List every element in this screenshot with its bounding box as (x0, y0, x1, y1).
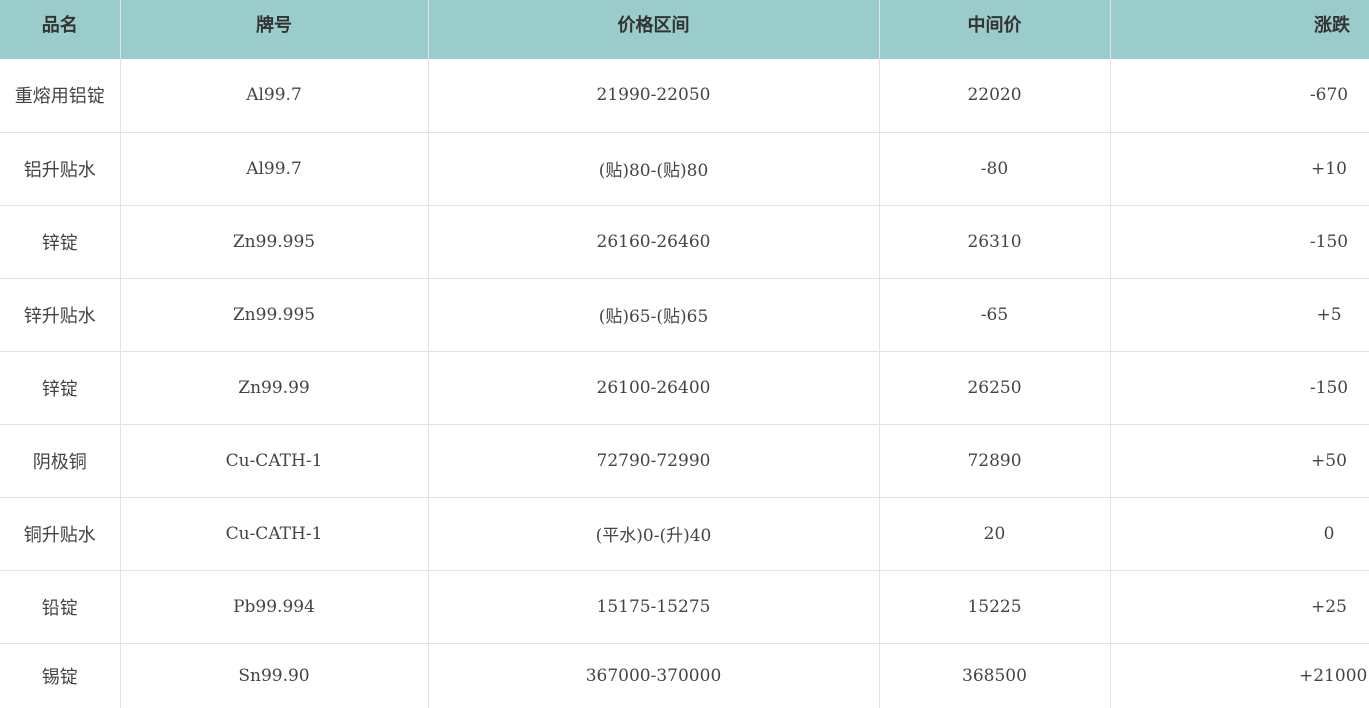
cell-product-name: 阴极铜 (0, 423, 121, 497)
table-row: 铜升贴水 Cu-CATH-1 (平水)0-(升)40 20 0 (0, 496, 1369, 570)
header-mid-price: 中间价 (879, 0, 1111, 59)
change-value: -150 (1309, 377, 1349, 398)
cell-change: +50 (1110, 423, 1369, 497)
cell-mid-price: 26250 (879, 350, 1111, 424)
cell-grade: Zn99.995 (120, 277, 429, 351)
table-row: 铅锭 Pb99.994 15175-15275 15225 +25 (0, 569, 1369, 643)
change-value: 0 (1323, 523, 1335, 544)
table-row: 锌锭 Zn99.99 26100-26400 26250 -150 (0, 350, 1369, 424)
cell-price-range: 26160-26460 (428, 204, 880, 278)
change-value: +50 (1311, 450, 1347, 471)
cell-product-name: 锡锭 (0, 642, 121, 708)
cell-change: +5 (1110, 277, 1369, 351)
table-header: 品名 牌号 价格区间 中间价 涨跌 (0, 0, 1369, 59)
cell-grade: Al99.7 (120, 131, 429, 205)
cell-price-range: 72790-72990 (428, 423, 880, 497)
table-row: 铝升贴水 Al99.7 (贴)80-(贴)80 -80 +10 (0, 131, 1369, 205)
cell-price-range: (平水)0-(升)40 (428, 496, 880, 570)
cell-mid-price: 22020 (879, 59, 1111, 132)
cell-product-name: 锌锭 (0, 350, 121, 424)
cell-grade: Cu-CATH-1 (120, 496, 429, 570)
metal-price-table: 品名 牌号 价格区间 中间价 涨跌 重熔用铝锭 Al99.7 21990-220… (0, 0, 1369, 708)
cell-grade: Al99.7 (120, 59, 429, 132)
cell-grade: Pb99.994 (120, 569, 429, 643)
cell-change: +25 (1110, 569, 1369, 643)
cell-grade: Zn99.995 (120, 204, 429, 278)
change-value: +10 (1311, 158, 1347, 179)
change-value: +25 (1311, 596, 1347, 617)
cell-product-name: 铅锭 (0, 569, 121, 643)
table-body: 重熔用铝锭 Al99.7 21990-22050 22020 -670 铝升贴水… (0, 59, 1369, 708)
cell-change: -670 (1110, 59, 1369, 132)
change-value: -150 (1309, 231, 1349, 252)
table-row: 锌升贴水 Zn99.995 (贴)65-(贴)65 -65 +5 (0, 277, 1369, 351)
table-row: 锡锭 Sn99.90 367000-370000 368500 +21000 (0, 642, 1369, 708)
cell-price-range: 367000-370000 (428, 642, 880, 708)
cell-grade: Cu-CATH-1 (120, 423, 429, 497)
cell-price-range: 15175-15275 (428, 569, 880, 643)
cell-product-name: 铜升贴水 (0, 496, 121, 570)
change-value: +5 (1316, 304, 1342, 325)
cell-price-range: 26100-26400 (428, 350, 880, 424)
header-grade: 牌号 (120, 0, 429, 59)
cell-mid-price: 20 (879, 496, 1111, 570)
cell-price-range: (贴)80-(贴)80 (428, 131, 880, 205)
change-value: -670 (1309, 85, 1349, 106)
cell-change: -150 (1110, 204, 1369, 278)
header-row: 品名 牌号 价格区间 中间价 涨跌 (0, 0, 1369, 59)
cell-mid-price: 15225 (879, 569, 1111, 643)
cell-price-range: 21990-22050 (428, 59, 880, 132)
header-product-name: 品名 (0, 0, 121, 59)
cell-mid-price: -65 (879, 277, 1111, 351)
table-row: 重熔用铝锭 Al99.7 21990-22050 22020 -670 (0, 59, 1369, 132)
cell-mid-price: -80 (879, 131, 1111, 205)
cell-grade: Sn99.90 (120, 642, 429, 708)
table-row: 阴极铜 Cu-CATH-1 72790-72990 72890 +50 (0, 423, 1369, 497)
cell-grade: Zn99.99 (120, 350, 429, 424)
cell-change: 0 (1110, 496, 1369, 570)
cell-mid-price: 72890 (879, 423, 1111, 497)
change-value: +21000 (1299, 665, 1368, 686)
cell-change: -150 (1110, 350, 1369, 424)
cell-change: +10 (1110, 131, 1369, 205)
header-price-range: 价格区间 (428, 0, 880, 59)
cell-product-name: 锌锭 (0, 204, 121, 278)
cell-mid-price: 26310 (879, 204, 1111, 278)
cell-product-name: 重熔用铝锭 (0, 59, 121, 132)
cell-product-name: 铝升贴水 (0, 131, 121, 205)
header-change: 涨跌 (1314, 15, 1350, 36)
cell-mid-price: 368500 (879, 642, 1111, 708)
cell-price-range: (贴)65-(贴)65 (428, 277, 880, 351)
table-row: 锌锭 Zn99.995 26160-26460 26310 -150 (0, 204, 1369, 278)
cell-product-name: 锌升贴水 (0, 277, 121, 351)
cell-change: +21000 (1110, 642, 1369, 708)
